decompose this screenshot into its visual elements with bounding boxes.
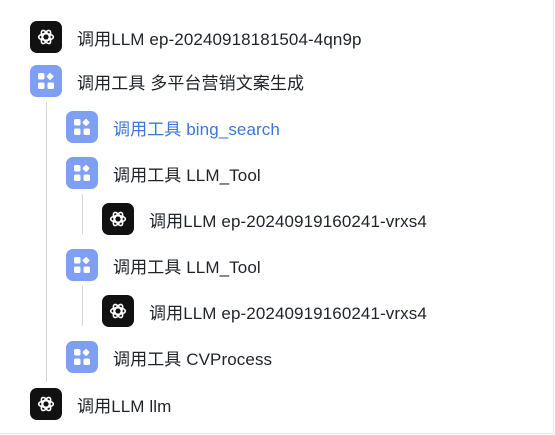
tool-icon [66, 249, 98, 281]
tree-node-tool[interactable]: 调用工具 LLM_Tool [66, 248, 261, 282]
node-prefix: 调用工具 [77, 73, 146, 93]
node-prefix: 调用工具 [113, 165, 182, 185]
tool-icon [30, 65, 62, 97]
node-name: bing_search [186, 119, 280, 139]
tree-node-llm[interactable]: 调用LLM ep-20240919160241-vrxs4 [102, 202, 427, 236]
node-prefix: 调用LLM [149, 303, 217, 323]
openai-icon [102, 203, 134, 235]
node-name: ep-20240919160241-vrxs4 [221, 211, 427, 231]
openai-icon [102, 295, 134, 327]
tree-node-tool-selected[interactable]: 调用工具 bing_search [66, 110, 280, 144]
node-label: 调用LLM ep-20240919160241-vrxs4 [149, 207, 427, 232]
tree-guide-line-level2 [82, 194, 83, 234]
node-name: ep-20240918181504-4qn9p [149, 29, 362, 49]
tree-node-tool[interactable]: 调用工具 CVProcess [66, 340, 272, 374]
tree-node-tool[interactable]: 调用工具 LLM_Tool [66, 156, 261, 190]
trace-tree-panel: 调用LLM ep-20240918181504-4qn9p 调用工具 多平台营销… [0, 0, 554, 434]
tool-icon [66, 111, 98, 143]
tool-icon [66, 341, 98, 373]
node-prefix: 调用LLM [77, 396, 145, 416]
node-prefix: 调用LLM [77, 29, 145, 49]
openai-icon [30, 21, 62, 53]
node-prefix: 调用工具 [113, 349, 182, 369]
node-prefix: 调用工具 [113, 257, 182, 277]
tree-node-llm[interactable]: 调用LLM ep-20240918181504-4qn9p [30, 20, 362, 54]
openai-icon [30, 388, 62, 420]
node-name: 多平台营销文案生成 [150, 73, 305, 93]
node-prefix: 调用工具 [113, 119, 182, 139]
node-label: 调用LLM ep-20240918181504-4qn9p [77, 25, 362, 50]
tree-node-llm[interactable]: 调用LLM llm [30, 387, 171, 421]
node-label: 调用LLM llm [77, 392, 171, 417]
node-label: 调用工具 LLM_Tool [113, 161, 261, 186]
node-label: 调用工具 LLM_Tool [113, 253, 261, 278]
node-label: 调用LLM ep-20240919160241-vrxs4 [149, 299, 427, 324]
tree-guide-line-level1 [46, 102, 47, 382]
node-name: CVProcess [186, 349, 273, 369]
node-label: 调用工具 CVProcess [113, 345, 272, 370]
node-label: 调用工具 多平台营销文案生成 [77, 69, 304, 94]
node-name: ep-20240919160241-vrxs4 [221, 303, 427, 323]
tree-guide-line-level2 [82, 286, 83, 326]
node-name: llm [149, 396, 172, 416]
tool-icon [66, 157, 98, 189]
tree-node-tool[interactable]: 调用工具 多平台营销文案生成 [30, 64, 304, 98]
node-name: LLM_Tool [186, 165, 261, 185]
node-name: LLM_Tool [186, 257, 261, 277]
node-label: 调用工具 bing_search [113, 115, 280, 140]
node-prefix: 调用LLM [149, 211, 217, 231]
tree-node-llm[interactable]: 调用LLM ep-20240919160241-vrxs4 [102, 294, 427, 328]
